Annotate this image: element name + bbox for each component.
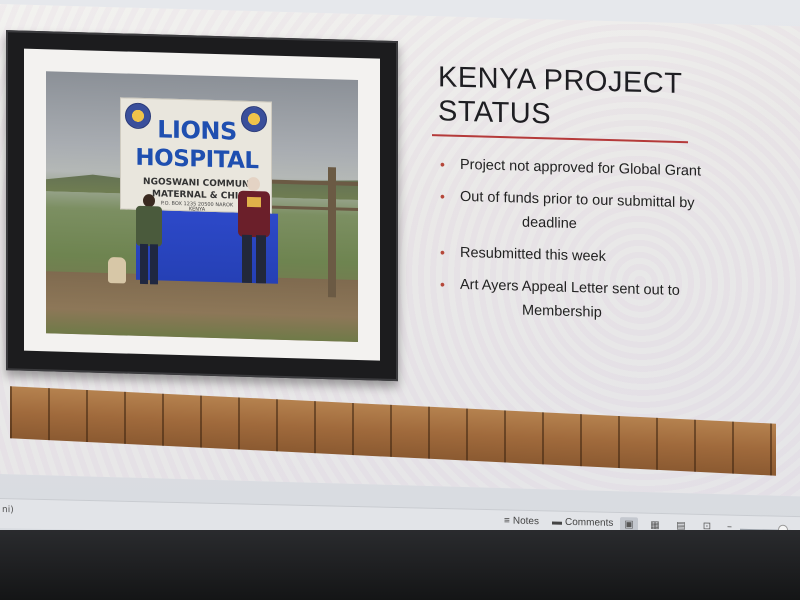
normal-view-icon: ▣ (624, 518, 634, 530)
bullet-dot-icon: • (440, 156, 445, 173)
bullet-continuation: Membership (522, 302, 602, 321)
slide-sorter-icon: ▦ (650, 519, 660, 531)
comments-icon: ▬ (552, 516, 562, 528)
bullet-text: Resubmitted this week (460, 244, 606, 265)
title-underline (432, 134, 688, 144)
photo-mat: LIONS HOSPITAL NGOSWANI COMMUNI MATERNAL… (24, 48, 380, 361)
wood-floor-decoration (10, 386, 776, 476)
bullet-dot-icon: • (440, 188, 445, 205)
bullet-continuation: deadline (522, 214, 577, 233)
comments-label: Comments (565, 516, 614, 529)
monitor-screen: LIONS HOSPITAL NGOSWANI COMMUNI MATERNAL… (0, 0, 800, 547)
slide-title[interactable]: KENYA PROJECT STATUS (438, 60, 778, 137)
bullet-list[interactable]: • Project not approved for Global Grant … (438, 152, 768, 329)
notes-icon: ≡ (504, 515, 510, 527)
notes-button[interactable]: ≡ Notes (504, 515, 539, 527)
slide-canvas: LIONS HOSPITAL NGOSWANI COMMUNI MATERNAL… (0, 4, 800, 497)
sign-line-hospital: HOSPITAL (135, 144, 259, 175)
comments-button[interactable]: ▬ Comments (552, 517, 613, 529)
bullet-text: Project not approved for Global Grant (460, 156, 701, 180)
photo-fence-post (328, 167, 336, 298)
photo-ground (46, 271, 358, 342)
status-left-text: ni) (2, 505, 14, 516)
photo-fence-rail (272, 205, 358, 211)
person-left (134, 193, 164, 287)
bullet-dot-icon: • (440, 244, 445, 261)
monitor-bezel (0, 530, 800, 600)
notes-label: Notes (512, 515, 539, 528)
bullet-dot-icon: • (440, 276, 445, 293)
bullet-item: • Resubmitted this week (438, 240, 768, 273)
photo-frame[interactable]: LIONS HOSPITAL NGOSWANI COMMUNI MATERNAL… (6, 30, 398, 382)
bullet-text: Art Ayers Appeal Letter sent out to (460, 276, 680, 299)
bullet-text: Out of funds prior to our submittal by (460, 188, 695, 212)
bullet-item: • Out of funds prior to our submittal by… (438, 184, 768, 241)
sign-line-lions: LIONS (157, 115, 237, 146)
bullet-item: • Project not approved for Global Grant (438, 152, 768, 185)
photo-dog (108, 257, 126, 284)
person-right (236, 176, 272, 288)
hospital-photo: LIONS HOSPITAL NGOSWANI COMMUNI MATERNAL… (46, 71, 358, 342)
bullet-item: • Art Ayers Appeal Letter sent out to Me… (438, 272, 768, 329)
